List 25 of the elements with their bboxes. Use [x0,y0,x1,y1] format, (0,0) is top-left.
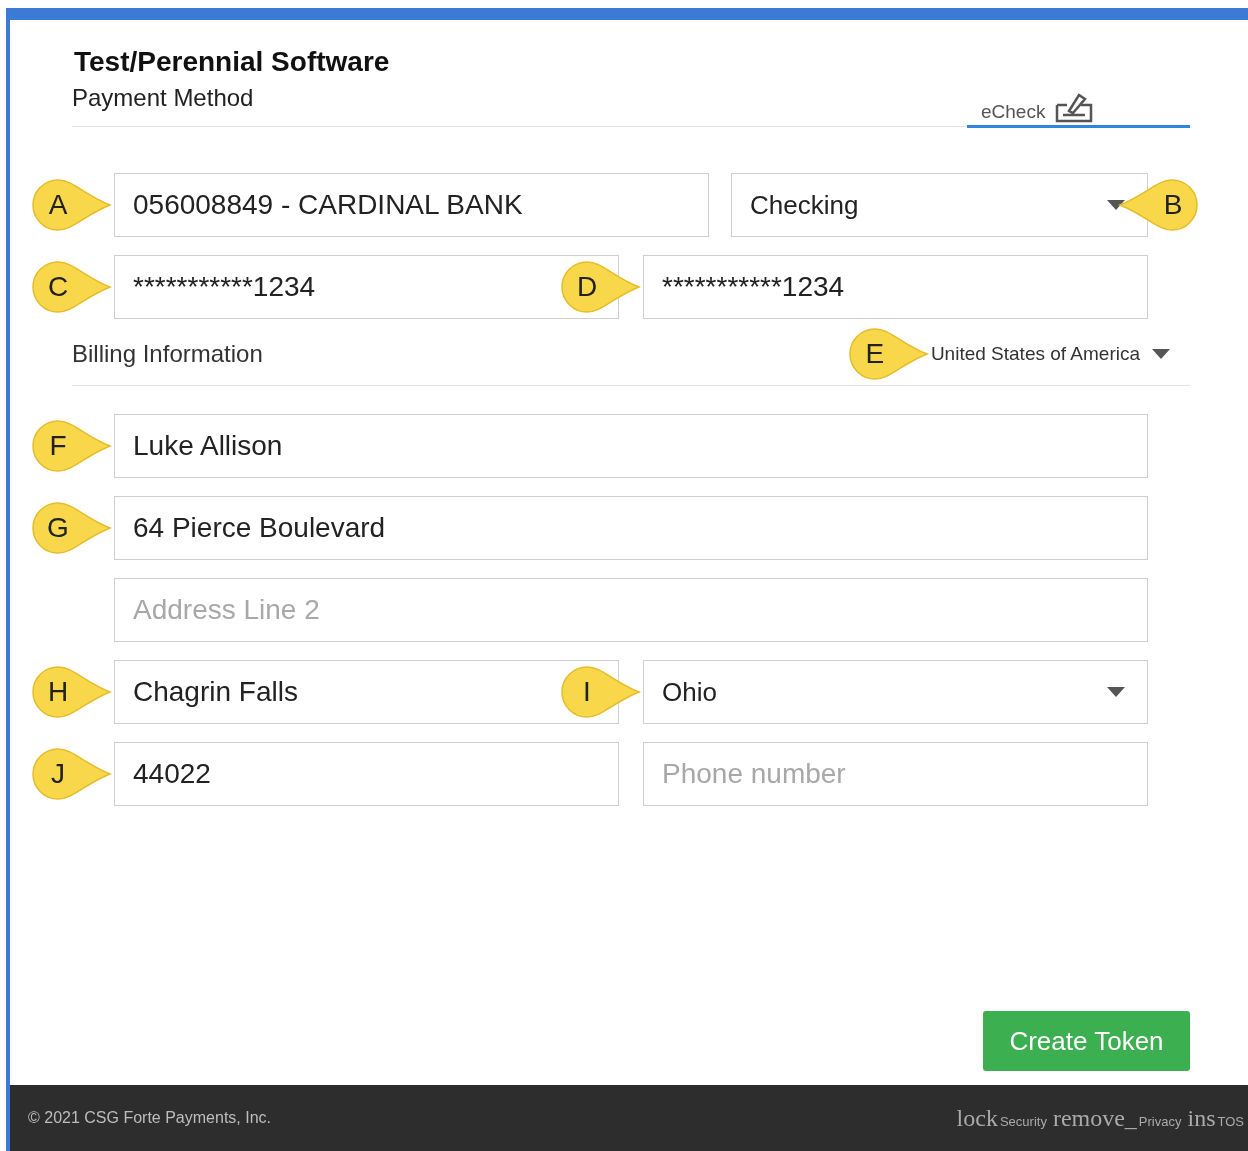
footer-link[interactable]: Privacy [1138,1113,1182,1129]
icon-name-text: ins [1187,1104,1216,1132]
echeck-tab[interactable]: eCheck [967,91,1190,128]
footer-link[interactable]: TOS [1217,1113,1244,1129]
input-field[interactable]: 44022 [114,742,619,806]
icon-name-text: lock [956,1104,998,1132]
caret-icon [1107,200,1125,210]
footer-link[interactable]: Security [999,1113,1047,1129]
input-field[interactable]: 64 Pierce Boulevard [114,496,1148,560]
input-field[interactable]: Luke Allison [114,414,1148,478]
icon-name-text: remove_ [1052,1104,1137,1132]
country-select[interactable]: United States of America [930,339,1170,369]
select-field[interactable]: Checking [731,173,1148,237]
app-title: Test/Perennial Software [74,46,390,78]
check-sign-icon [1055,91,1094,123]
input-field[interactable]: Address Line 2 [114,578,1148,642]
section-title: Billing Information [72,340,263,368]
caret-icon [1152,349,1170,359]
input-field[interactable]: ***********1234 [643,255,1148,319]
select-field[interactable]: Ohio [643,660,1148,724]
input-field[interactable]: Phone number [643,742,1148,806]
caret-icon [1107,687,1125,697]
copyright-text: © 2021 CSG Forte Payments, Inc. [28,1109,271,1127]
section-title: Payment Method [72,84,255,112]
input-field[interactable]: 056008849 - CARDINAL BANK [114,173,709,237]
